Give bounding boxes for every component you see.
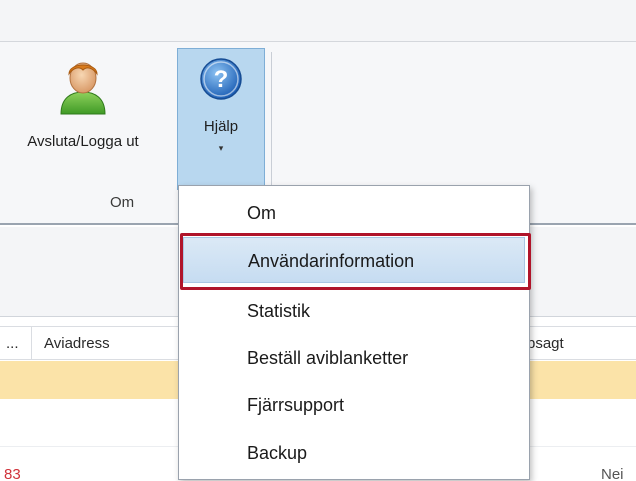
column-header-psagt[interactable]: psagt xyxy=(527,327,636,360)
column-header-truncated[interactable]: ... xyxy=(0,327,32,360)
help-label: Hjälp xyxy=(203,118,239,135)
question-mark-icon: ? xyxy=(200,58,242,100)
title-strip xyxy=(0,0,636,42)
menu-item-om[interactable]: Om xyxy=(179,190,529,236)
column-header-aviadress[interactable]: Aviadress xyxy=(32,327,182,360)
svg-text:?: ? xyxy=(214,66,229,93)
row-value: Nei xyxy=(601,466,624,481)
highlight-annotation-box xyxy=(180,233,531,290)
row-number: 83 xyxy=(4,466,21,481)
user-avatar-icon xyxy=(60,62,106,115)
help-dropdown-menu: Om Användarinformation Statistik Beställ… xyxy=(178,185,530,480)
logout-button[interactable]: Avsluta/Logga ut xyxy=(18,50,148,190)
help-button[interactable]: ? Hjälp ▾ xyxy=(177,48,265,190)
menu-item-backup[interactable]: Backup xyxy=(179,430,529,476)
logout-label: Avsluta/Logga ut xyxy=(27,133,139,150)
chevron-down-icon: ▾ xyxy=(218,143,224,153)
menu-item-fjarrsupport[interactable]: Fjärrsupport xyxy=(179,382,529,428)
ribbon-group-label: Om xyxy=(110,194,135,211)
menu-item-statistik[interactable]: Statistik xyxy=(179,288,529,334)
menu-item-bestall-aviblanketter[interactable]: Beställ aviblanketter xyxy=(179,335,529,381)
